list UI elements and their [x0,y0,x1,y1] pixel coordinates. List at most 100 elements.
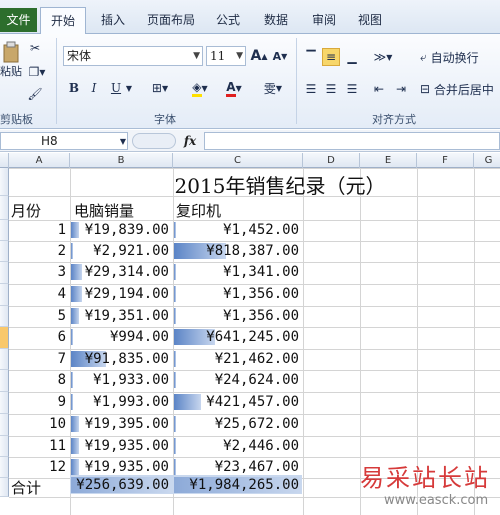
grid-row-line [9,241,500,242]
borders-button[interactable]: ⊞ ▼ [148,78,172,98]
format-painter-icon[interactable]: 🖌 [26,86,44,102]
name-box-dropdown-icon[interactable]: ▼ [118,134,128,148]
formula-input[interactable] [204,132,500,150]
row-header[interactable] [0,168,9,196]
underline-dropdown-icon[interactable]: ▼ [124,78,134,98]
computer-sales-cell: ¥91,835.00 [84,351,169,367]
column-header-f[interactable]: F [417,153,474,168]
computer-sales-cell: ¥19,935.00 [84,438,169,454]
column-header-d[interactable]: D [303,153,360,168]
header-copier: 复印机 [176,202,222,220]
group-separator [296,38,297,124]
group-separator [56,38,57,124]
month-cell: 8 [57,372,66,388]
row-header[interactable] [0,392,9,414]
total-computer-cell: ¥256,639.00 [76,477,169,493]
tab-file[interactable]: 文件 [0,8,37,32]
grid-row-line [9,392,500,393]
align-right-icon[interactable]: ☰ [343,80,361,98]
font-size-select[interactable]: 11 ▼ [206,46,246,66]
italic-button[interactable]: I [86,78,102,98]
column-header-e[interactable]: E [360,153,417,168]
paste-label: 粘贴 [0,65,22,78]
select-all-corner[interactable] [0,153,9,168]
copier-sales-cell: ¥1,356.00 [223,286,299,302]
insert-function-button[interactable]: fx [178,132,202,150]
font-color-button[interactable]: A ▼ [220,78,248,98]
grow-font-button[interactable]: A ▲ [250,46,268,66]
copier-sales-cell: ¥23,467.00 [214,459,299,475]
bold-button[interactable]: B [66,78,82,98]
cut-icon[interactable]: ✂ [26,40,44,56]
computer-sales-cell: ¥19,351.00 [84,308,169,324]
increase-indent-icon[interactable]: ⇥ [392,80,410,98]
column-header-g[interactable]: G [474,153,500,168]
sheet-title: 2015年销售纪录（元） [174,174,386,198]
grid-row-line [9,436,500,437]
merge-center-button[interactable]: ⊟ 合并后居中 [420,80,500,98]
grid-row-line [9,262,500,263]
row-header[interactable] [0,306,9,327]
underline-button[interactable]: U [108,78,124,98]
decrease-indent-icon[interactable]: ⇤ [370,80,388,98]
tab-data[interactable]: 数据 [258,9,294,31]
font-name-select[interactable]: 宋体 ▼ [63,46,203,66]
watermark-url: www.easck.com [384,493,489,508]
align-center-icon[interactable]: ☰ [322,80,340,98]
align-middle-icon[interactable]: ≡ [322,48,340,66]
month-cell: 12 [49,459,66,475]
month-cell: 7 [57,351,66,367]
column-header-b[interactable]: B [70,153,173,168]
tab-home[interactable]: 开始 [40,7,86,35]
month-cell: 1 [57,222,66,238]
fill-color-button[interactable]: ◈ ▼ [186,78,214,98]
row-header[interactable] [0,436,9,457]
wrap-text-button[interactable]: ⤶ 自动换行 [420,48,496,66]
row-header[interactable] [0,478,9,497]
total-copier-cell: ¥1,984,265.00 [189,477,299,493]
row-header[interactable] [0,414,9,436]
name-box[interactable]: H8 [0,132,128,150]
tab-insert[interactable]: 插入 [96,9,130,31]
month-cell: 11 [49,438,66,454]
paste-button[interactable]: 粘贴 [0,38,22,82]
row-header[interactable] [0,457,9,478]
header-month: 月份 [11,202,42,220]
grid-row-line [9,327,500,328]
row-header[interactable] [0,262,9,284]
column-header-c[interactable]: C [173,153,303,168]
row-header[interactable] [0,196,9,220]
phonetic-button[interactable]: 雯 ▼ [258,78,288,98]
shrink-font-button[interactable]: A ▼ [271,46,289,66]
tab-formulas[interactable]: 公式 [210,9,246,31]
row-header[interactable] [0,284,9,306]
fill-bucket-icon: ◈ [192,80,202,97]
copier-sales-cell: ¥2,446.00 [223,438,299,454]
align-left-icon[interactable]: ☰ [302,80,320,98]
ribbon-home: 粘贴 ✂ ❐▾ 🖌 剪贴板 宋体 ▼ 11 ▼ A ▲ A ▼ B I U ▼ ⊞ ▼ ◈… [0,34,500,129]
month-cell: 4 [57,286,66,302]
computer-sales-cell: ¥29,314.00 [84,264,169,280]
column-header-a[interactable]: A [9,153,70,168]
row-header[interactable] [0,370,9,392]
tab-view[interactable]: 视图 [352,9,388,31]
grid-row-line [9,349,500,350]
copier-sales-cell: ¥1,452.00 [223,222,299,238]
tab-page-layout[interactable]: 页面布局 [140,9,202,31]
row-header[interactable] [0,349,9,370]
copy-icon[interactable]: ❐▾ [26,64,48,80]
row-header[interactable] [0,327,9,349]
formula-bar-splitter[interactable] [132,133,176,149]
tab-review[interactable]: 审阅 [306,9,342,31]
row-header[interactable] [0,241,9,262]
month-cell: 9 [57,394,66,410]
orientation-icon[interactable]: ≫ ▼ [370,48,396,66]
align-top-icon[interactable]: ▔ [302,48,320,66]
computer-sales-cell: ¥19,839.00 [84,222,169,238]
row-header[interactable] [0,220,9,241]
copier-sales-cell: ¥25,672.00 [214,416,299,432]
computer-sales-cell: ¥19,395.00 [84,416,169,432]
wrap-text-icon: ⤶ [420,49,427,64]
align-bottom-icon[interactable]: ▁ [343,48,361,66]
month-cell: 2 [57,243,66,259]
